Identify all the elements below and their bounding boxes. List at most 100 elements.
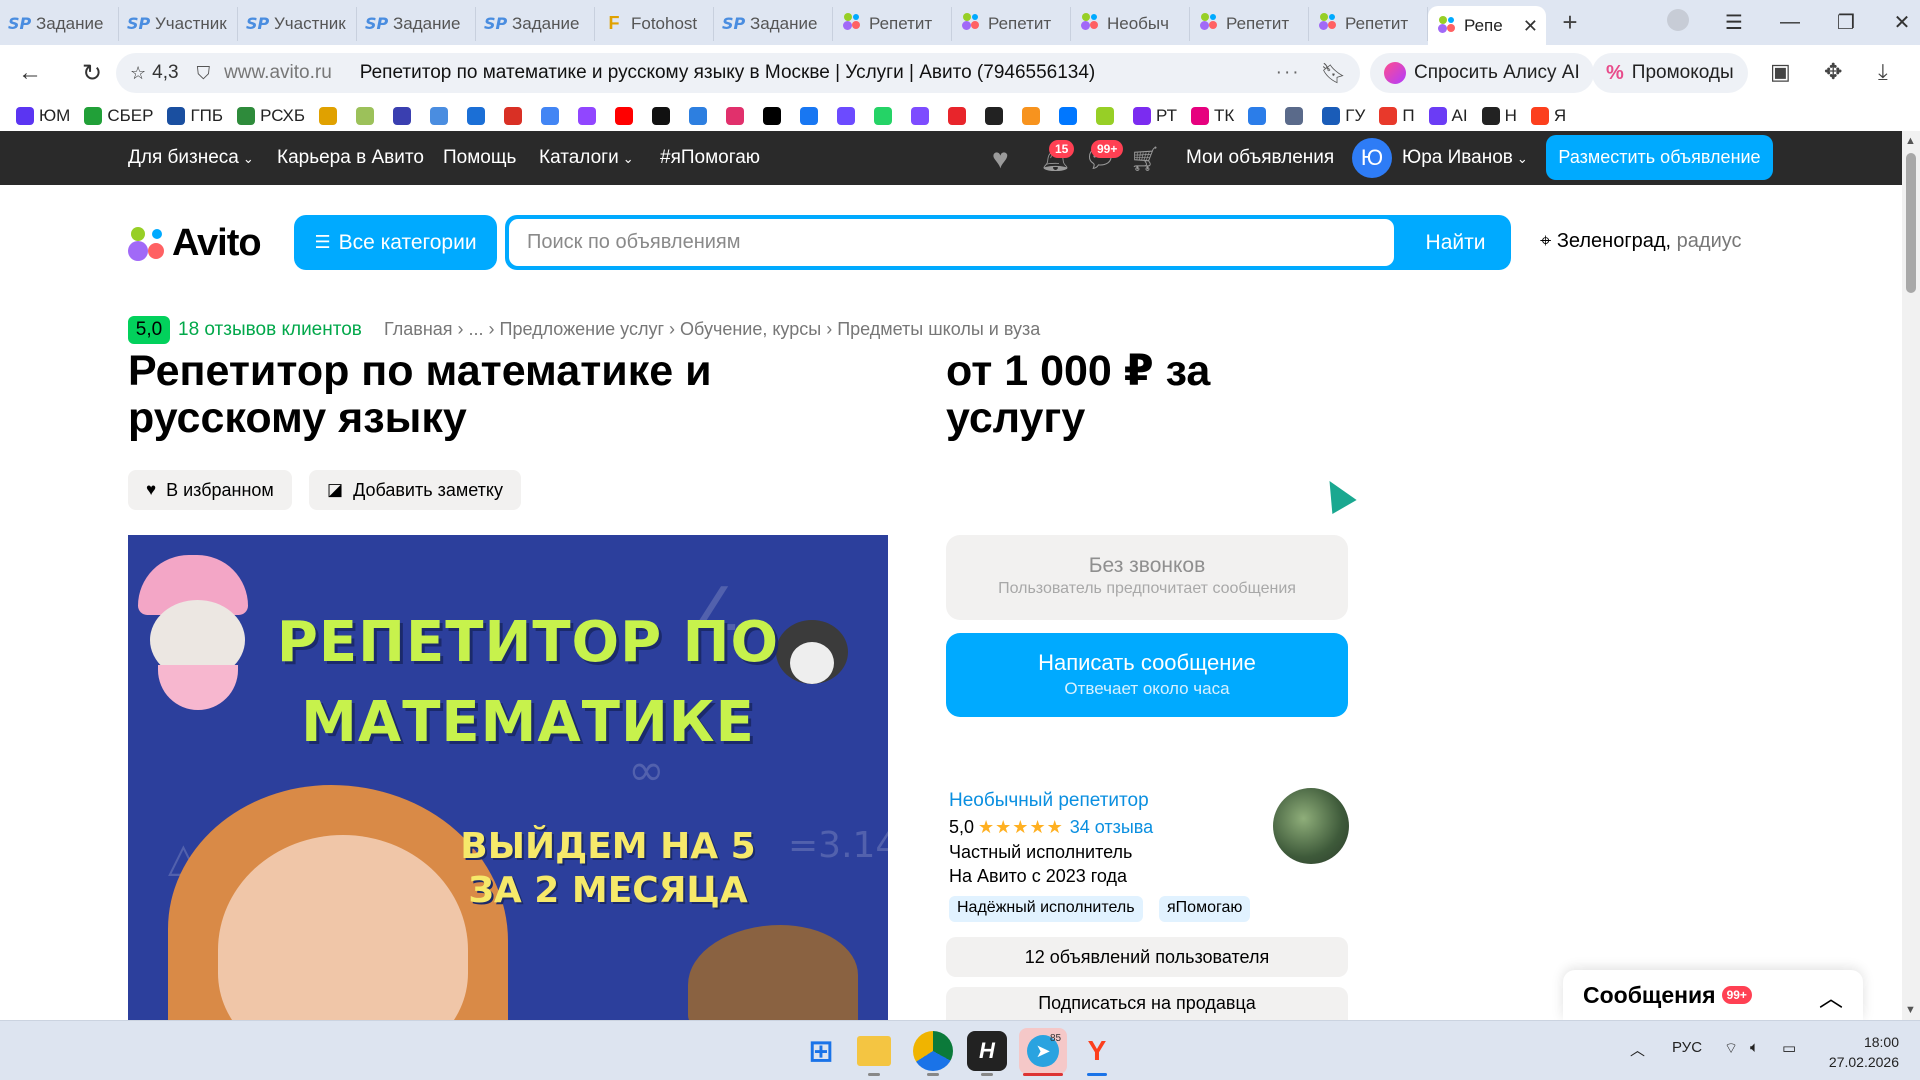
close-window-icon[interactable]: ✕ bbox=[1874, 10, 1920, 35]
tray-overflow-icon[interactable]: ︿ bbox=[1630, 1039, 1645, 1060]
browser-app-icon[interactable] bbox=[913, 1031, 953, 1071]
extensions-icon[interactable]: ✥ bbox=[1824, 59, 1842, 85]
bookmark-item[interactable] bbox=[726, 107, 749, 125]
browser-tab[interactable]: SP Участник bbox=[119, 6, 238, 41]
back-arrow-icon[interactable]: ← bbox=[10, 53, 50, 93]
bookmark-item[interactable]: AI bbox=[1428, 106, 1468, 126]
browser-tab[interactable]: Репетит bbox=[833, 6, 952, 41]
bookmark-item[interactable]: Н bbox=[1481, 106, 1517, 126]
ya-pomogayu-badge[interactable]: яПомогаю bbox=[1159, 896, 1251, 922]
bookmark-icon[interactable]: 🔖︎ bbox=[1321, 61, 1346, 86]
bookmark-item[interactable] bbox=[1059, 107, 1082, 125]
language-indicator[interactable]: РУС bbox=[1672, 1039, 1702, 1056]
bookmark-item[interactable] bbox=[985, 107, 1008, 125]
bookmark-item[interactable]: ТК bbox=[1191, 106, 1234, 126]
close-tab-icon[interactable]: ✕ bbox=[1523, 16, 1538, 37]
breadcrumb-item[interactable]: Обучение, курсы bbox=[680, 319, 821, 339]
chevron-up-icon[interactable]: ︿ bbox=[1819, 978, 1843, 1013]
client-reviews-link[interactable]: 18 отзывов клиентов bbox=[178, 319, 362, 341]
scrollbar-thumb[interactable] bbox=[1906, 153, 1916, 293]
avito-logo[interactable]: Avito bbox=[128, 222, 262, 265]
more-icon[interactable]: ··· bbox=[1276, 62, 1301, 84]
search-input[interactable] bbox=[509, 219, 1394, 266]
bookmark-item[interactable]: РСХБ bbox=[237, 106, 305, 126]
browser-tab[interactable]: SP Задание bbox=[714, 6, 833, 41]
bookmark-item[interactable]: ЮМ bbox=[16, 106, 70, 126]
bookmark-item[interactable]: ГПБ bbox=[167, 106, 223, 126]
bookmark-item[interactable] bbox=[763, 107, 786, 125]
favorite-button[interactable]: ♥ В избранном bbox=[128, 470, 292, 510]
bookmark-item[interactable] bbox=[504, 107, 527, 125]
bookmark-item[interactable] bbox=[1248, 107, 1271, 125]
subscribe-button[interactable]: Подписаться на продавца bbox=[946, 987, 1348, 1020]
bookmark-item[interactable] bbox=[393, 107, 416, 125]
bookmark-item[interactable] bbox=[578, 107, 601, 125]
seller-name-link[interactable]: Необычный репетитор bbox=[949, 790, 1149, 812]
nav-catalogs[interactable]: Каталоги ⌄ bbox=[539, 147, 634, 169]
bookmark-item[interactable]: Я bbox=[1530, 106, 1566, 126]
favorites-heart-icon[interactable]: ♥ bbox=[992, 143, 1009, 175]
avatar[interactable]: Ю bbox=[1352, 138, 1392, 178]
bookmark-item[interactable] bbox=[541, 107, 564, 125]
restore-icon[interactable]: ❐ bbox=[1818, 10, 1874, 35]
bookmark-item[interactable] bbox=[1022, 107, 1045, 125]
place-ad-button[interactable]: Разместить объявление bbox=[1546, 135, 1773, 180]
seller-avatar[interactable] bbox=[1273, 788, 1349, 864]
user-menu[interactable]: Юра Иванов ⌄ bbox=[1402, 147, 1528, 169]
bookmark-item[interactable] bbox=[800, 107, 823, 125]
location-selector[interactable]: ⌖ Зеленоград, радиус bbox=[1540, 230, 1742, 253]
bookmark-item[interactable] bbox=[911, 107, 934, 125]
file-explorer-icon[interactable] bbox=[857, 1036, 891, 1066]
listing-photo[interactable]: ∠ △ =3.14 ∞ РЕПЕТИТОР ПО МАТЕМАТИКЕ ВЫЙД… bbox=[128, 535, 888, 1020]
nav-career[interactable]: Карьера в Авито bbox=[277, 147, 424, 169]
breadcrumb-item[interactable]: Предметы школы и вуза bbox=[837, 319, 1040, 339]
bookmark-item[interactable]: ГУ bbox=[1322, 106, 1365, 126]
bookmark-item[interactable] bbox=[874, 107, 897, 125]
all-categories-button[interactable]: ☰ Все категории bbox=[294, 215, 497, 270]
ask-alice-button[interactable]: Спросить Алису AI bbox=[1370, 53, 1594, 93]
wifi-icon[interactable]: ⌔ bbox=[1724, 1039, 1738, 1058]
browser-tab[interactable]: SP Участник bbox=[238, 6, 357, 41]
nav-help[interactable]: Помощь bbox=[443, 147, 516, 169]
write-message-button[interactable]: Написать сообщение Отвечает около часа bbox=[946, 633, 1348, 717]
tab-active[interactable]: Репе ✕ bbox=[1428, 6, 1546, 46]
clock[interactable]: 18:00 27.02.2026 bbox=[1823, 1032, 1899, 1072]
bookmark-item[interactable]: П bbox=[1379, 106, 1415, 126]
download-icon[interactable]: ⤓ bbox=[1878, 59, 1888, 85]
promo-codes-button[interactable]: % Промокоды bbox=[1592, 53, 1748, 93]
image-icon[interactable]: ▣ bbox=[1770, 59, 1791, 85]
bookmark-item[interactable] bbox=[837, 107, 860, 125]
bookmark-item[interactable] bbox=[652, 107, 675, 125]
page-scrollbar[interactable]: ▲ ▼ bbox=[1902, 131, 1920, 1020]
bookmark-item[interactable] bbox=[948, 107, 971, 125]
scroll-up-icon[interactable]: ▲ bbox=[1905, 135, 1916, 147]
bookmark-item[interactable]: СБЕР bbox=[84, 106, 153, 126]
seller-reviews-link[interactable]: 34 отзыва bbox=[1070, 817, 1153, 837]
reload-icon[interactable]: ↻ bbox=[72, 53, 112, 93]
tabs-menu-icon[interactable]: ☰ bbox=[1706, 10, 1762, 35]
nav-ya-pomogayu[interactable]: #яПомогаю bbox=[660, 147, 760, 169]
new-tab-button[interactable]: + bbox=[1552, 5, 1588, 41]
my-ads-link[interactable]: Мои объявления bbox=[1186, 147, 1334, 169]
volume-icon[interactable]: 🔈︎ bbox=[1750, 1039, 1759, 1056]
browser-tab[interactable]: Репетит bbox=[952, 6, 1071, 41]
bookmark-item[interactable] bbox=[356, 107, 379, 125]
scroll-down-icon[interactable]: ▼ bbox=[1905, 1004, 1916, 1016]
nav-for-business[interactable]: Для бизнеса ⌄ bbox=[128, 147, 254, 169]
bookmark-item[interactable] bbox=[430, 107, 453, 125]
browser-tab[interactable]: SP Задание bbox=[476, 6, 595, 41]
cart-icon[interactable]: 🛒︎ bbox=[1130, 145, 1160, 174]
browser-tab[interactable]: F Fotohost bbox=[595, 6, 714, 41]
bookmark-item[interactable] bbox=[467, 107, 490, 125]
yandex-browser-icon[interactable]: Y bbox=[1077, 1031, 1117, 1071]
browser-tab[interactable]: SP Задание bbox=[357, 6, 476, 41]
bookmark-item[interactable] bbox=[1285, 107, 1308, 125]
h-app-icon[interactable]: H bbox=[967, 1031, 1007, 1071]
browser-tab[interactable]: Репетит bbox=[1309, 6, 1428, 41]
user-ads-button[interactable]: 12 объявлений пользователя bbox=[946, 937, 1348, 977]
breadcrumb-item[interactable]: ... bbox=[469, 319, 484, 339]
browser-tab[interactable]: Репетит bbox=[1190, 6, 1309, 41]
bookmark-item[interactable] bbox=[689, 107, 712, 125]
profile-icon[interactable] bbox=[1650, 8, 1706, 37]
url-box[interactable]: ☆ 4,3 ⛉ www.avito.ru Репетитор по матема… bbox=[116, 53, 1360, 93]
